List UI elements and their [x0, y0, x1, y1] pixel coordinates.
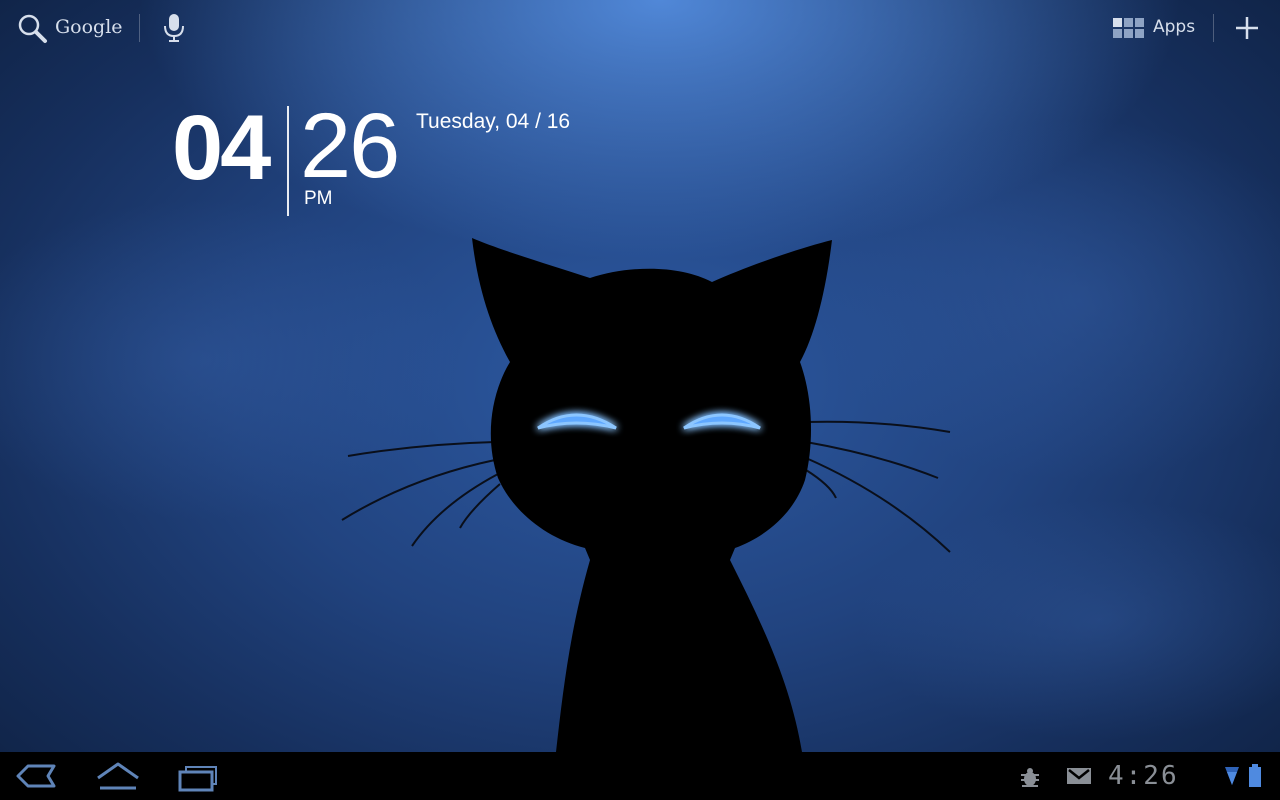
- home-icon: [97, 762, 139, 790]
- recent-apps-button[interactable]: [170, 758, 226, 794]
- apps-button-label[interactable]: Apps: [1153, 17, 1195, 37]
- plus-icon[interactable]: [1233, 14, 1261, 42]
- google-search-label[interactable]: Google: [55, 16, 123, 38]
- recent-apps-icon: [178, 766, 217, 792]
- clock-widget[interactable]: 04 26 PM Tuesday, 04 / 16: [170, 96, 590, 226]
- launcher-top-bar: Google Apps: [0, 0, 1280, 56]
- back-button[interactable]: [10, 758, 66, 794]
- battery-icon: [1248, 764, 1262, 792]
- clock-minute: 26: [300, 95, 400, 197]
- apps-grid-icon[interactable]: [1112, 17, 1146, 39]
- wifi-icon: [1224, 765, 1240, 791]
- status-time: 4:26: [1108, 761, 1179, 791]
- clock-divider: [287, 106, 289, 216]
- home-button[interactable]: [90, 758, 146, 794]
- back-icon: [16, 764, 56, 788]
- clock-ampm: PM: [304, 188, 333, 209]
- search-divider: [139, 14, 140, 42]
- cat-silhouette: [472, 238, 832, 752]
- search-icon[interactable]: [16, 12, 48, 44]
- system-bar: 4:26: [0, 752, 1280, 800]
- usb-debugging-icon: [1018, 766, 1042, 792]
- microphone-icon[interactable]: [160, 12, 188, 44]
- clock-hour: 04: [172, 97, 271, 199]
- clock-date: Tuesday, 04 / 16: [416, 110, 571, 133]
- gmail-icon: [1066, 766, 1092, 790]
- apps-divider: [1213, 14, 1214, 42]
